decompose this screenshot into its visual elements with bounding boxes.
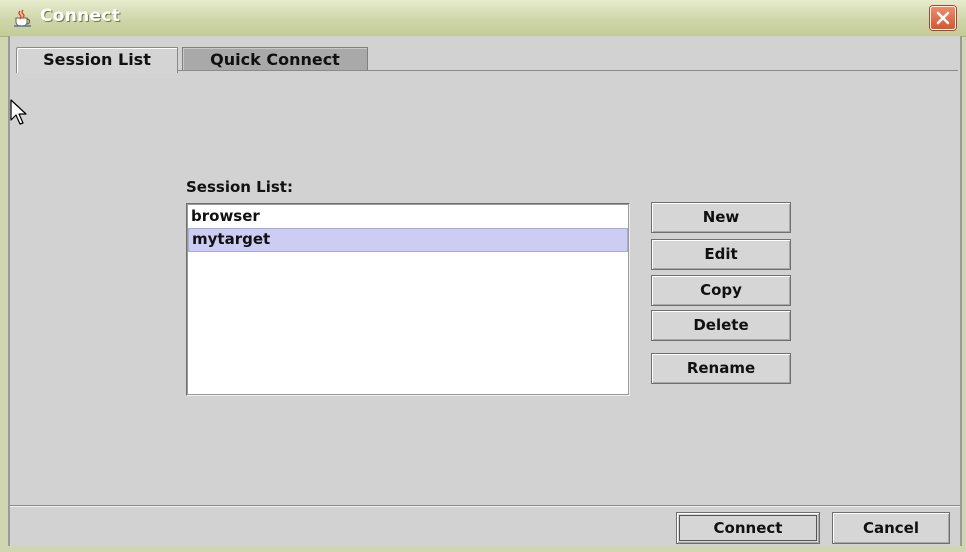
rename-button[interactable]: Rename (651, 353, 791, 384)
copy-button[interactable]: Copy (651, 275, 791, 306)
close-icon (936, 11, 950, 25)
footer-divider-highlight (10, 506, 960, 507)
connect-dialog: Connect Session List Quick Connect Sessi… (0, 0, 966, 552)
java-cup-icon (12, 9, 34, 27)
close-button[interactable] (930, 6, 956, 30)
connect-button[interactable]: Connect (676, 512, 820, 544)
list-item-browser[interactable]: browser (188, 205, 628, 227)
new-button[interactable]: New (651, 202, 791, 233)
session-listbox[interactable]: browser mytarget (186, 203, 630, 396)
window-title: Connect (40, 6, 121, 26)
tab-session-list[interactable]: Session List (16, 47, 178, 73)
title-bar[interactable]: Connect (0, 0, 966, 37)
tab-quick-connect[interactable]: Quick Connect (182, 47, 368, 71)
edit-button[interactable]: Edit (651, 239, 791, 270)
dialog-content: Session List Quick Connect Session List:… (8, 36, 962, 546)
tab-divider (178, 70, 958, 71)
delete-button[interactable]: Delete (651, 310, 791, 341)
cancel-button[interactable]: Cancel (832, 512, 950, 544)
mouse-pointer-icon (10, 99, 30, 131)
list-item-mytarget[interactable]: mytarget (188, 228, 628, 252)
session-list-label: Session List: (186, 178, 293, 196)
